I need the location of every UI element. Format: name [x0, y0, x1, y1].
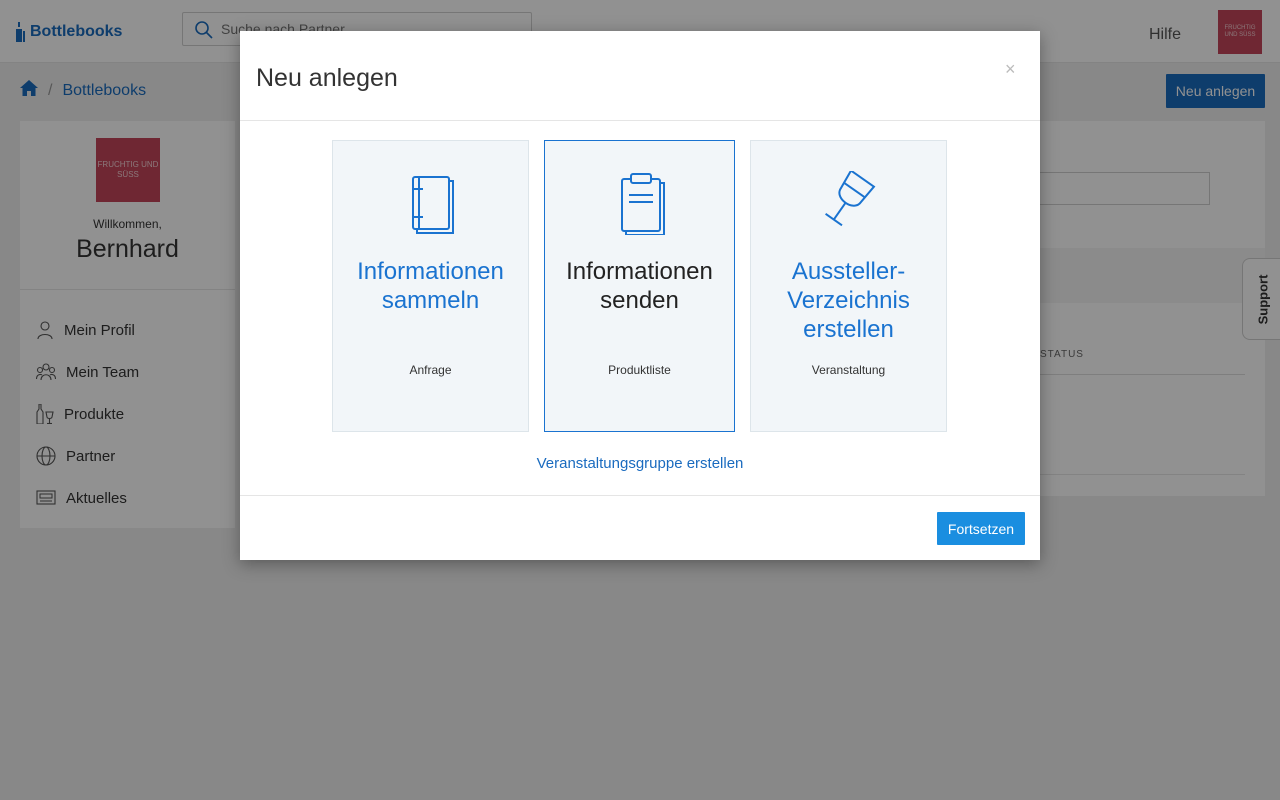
option-title: Informationen senden: [566, 258, 713, 314]
clipboard-icon: [545, 171, 734, 235]
continue-button[interactable]: Fortsetzen: [937, 512, 1025, 545]
option-subtitle: Veranstaltung: [811, 363, 886, 377]
option-title: Informationen sammeln: [357, 258, 504, 314]
create-event-group-link[interactable]: Veranstaltungsgruppe erstellen: [240, 455, 1040, 472]
dialog-title: Neu anlegen: [256, 64, 398, 92]
option-send-information[interactable]: Informationen senden Produktliste: [544, 140, 735, 432]
option-title: Aussteller- Verzeichnis erstellen: [787, 258, 910, 343]
option-collect-information[interactable]: Informationen sammeln Anfrage: [332, 140, 529, 432]
divider: [240, 495, 1040, 496]
option-exhibitor-directory[interactable]: Aussteller- Verzeichnis erstellen Verans…: [750, 140, 947, 432]
option-subtitle: Anfrage: [409, 363, 452, 377]
notebook-icon: [333, 171, 528, 235]
new-item-dialog: Neu anlegen × Informationen sammeln Anfr…: [240, 31, 1040, 560]
divider: [240, 120, 1040, 121]
close-icon[interactable]: ×: [1005, 59, 1016, 79]
wine-glass-icon: [751, 171, 946, 235]
option-subtitle: Produktliste: [608, 363, 671, 377]
